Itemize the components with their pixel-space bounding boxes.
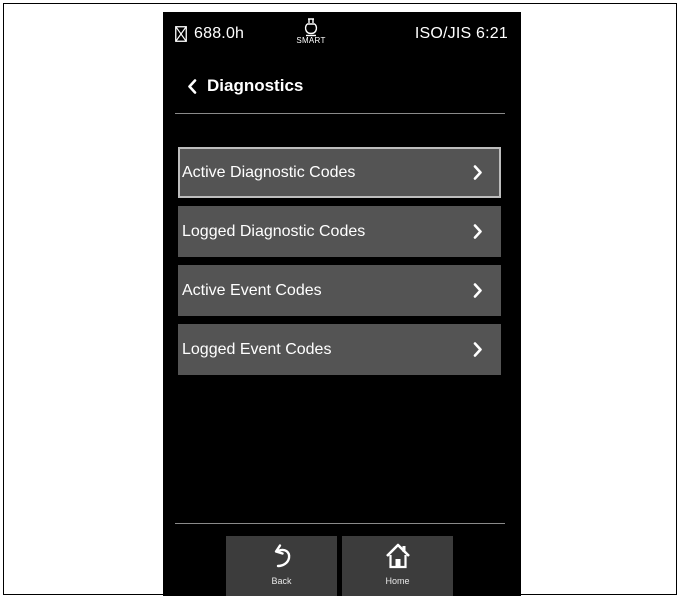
page-title: Diagnostics: [207, 76, 304, 95]
chevron-right-icon: [473, 165, 482, 180]
header-divider: [175, 113, 505, 114]
home-button[interactable]: Home: [342, 536, 453, 596]
home-icon: [385, 543, 410, 569]
back-button[interactable]: Back: [226, 536, 337, 596]
menu-item-label: Logged Diagnostic Codes: [182, 222, 366, 240]
menu-item-logged-event-codes[interactable]: Logged Event Codes: [178, 324, 501, 375]
bottom-nav: Back Home: [226, 536, 453, 596]
smart-mode-indicator: SMART: [289, 17, 333, 55]
chevron-left-icon: [188, 78, 197, 94]
clock: 6:21: [476, 25, 508, 42]
footer-divider: [175, 523, 505, 524]
hour-meter: 688.0h: [175, 25, 244, 43]
menu-item-active-diagnostic-codes[interactable]: Active Diagnostic Codes: [178, 147, 501, 198]
menu-item-active-event-codes[interactable]: Active Event Codes: [178, 265, 501, 316]
smart-label: SMART: [296, 36, 326, 45]
diagnostics-menu: Active Diagnostic Codes Logged Diagnosti…: [178, 147, 501, 383]
chevron-right-icon: [473, 224, 482, 239]
undo-arrow-icon: [274, 544, 290, 568]
menu-item-label: Logged Event Codes: [182, 340, 332, 358]
device-screen: 688.0h SMART ISO/JIS 6:21 Diagnostics Ac…: [163, 12, 521, 596]
menu-item-label: Active Diagnostic Codes: [182, 163, 356, 181]
hour-meter-value: 688.0h: [194, 25, 245, 42]
standard-label: ISO/JIS: [414, 25, 472, 42]
menu-item-label: Active Event Codes: [182, 281, 322, 299]
chevron-right-icon: [473, 283, 482, 298]
menu-item-logged-diagnostic-codes[interactable]: Logged Diagnostic Codes: [178, 206, 501, 257]
hourglass-icon: [175, 26, 187, 42]
chevron-right-icon: [473, 342, 482, 357]
standard-and-clock: ISO/JIS 6:21: [415, 25, 508, 43]
back-button-label: Back: [271, 576, 292, 586]
back-to-previous[interactable]: Diagnostics: [187, 76, 303, 96]
bulb-icon: [304, 18, 318, 37]
home-button-label: Home: [385, 576, 410, 586]
status-bar: 688.0h SMART ISO/JIS 6:21: [163, 12, 521, 58]
